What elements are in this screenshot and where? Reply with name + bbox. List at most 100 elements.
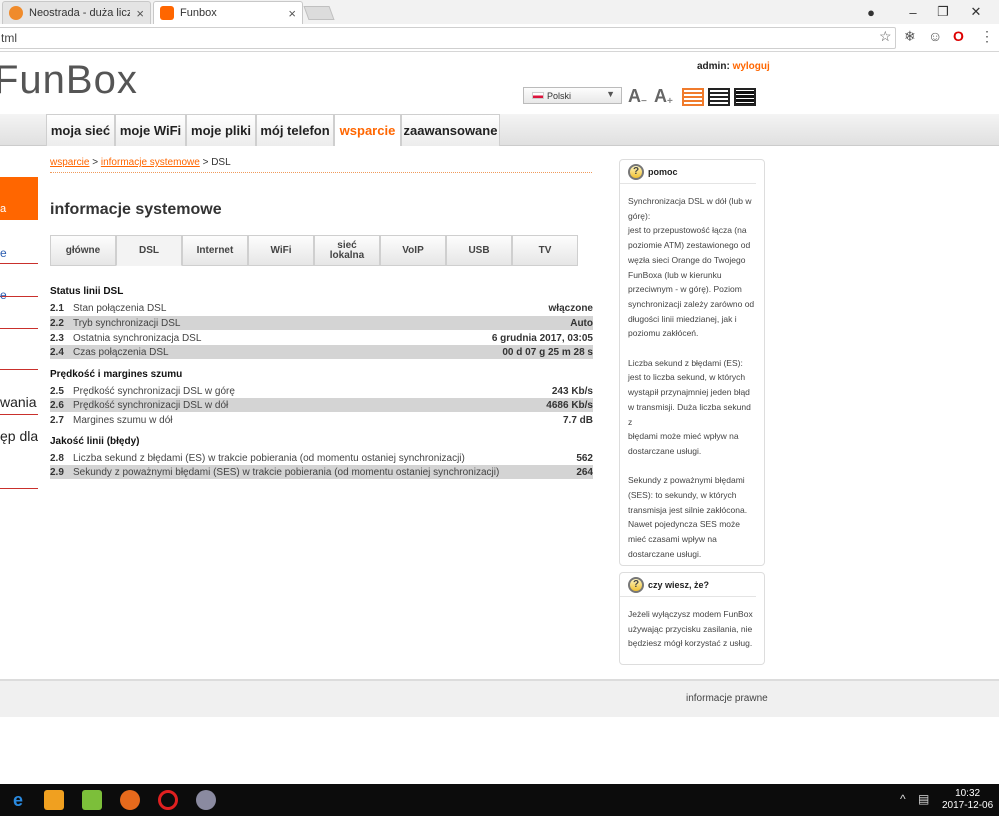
nav-item-moja-siec[interactable]: moja sieć <box>46 114 115 146</box>
row-value: 243 Kb/s <box>551 385 593 397</box>
tab-label: Funbox <box>180 7 217 19</box>
browser-tab-funbox[interactable]: Funbox × <box>153 1 303 24</box>
main-nav: moja sieć moje WiFi moje pliki mój telef… <box>0 114 999 146</box>
tab-siec-lokalna[interactable]: sieć lokalna <box>314 235 380 266</box>
font-decrease-icon[interactable]: A − <box>628 86 647 107</box>
row-label: Czas połączenia DSL <box>73 346 169 358</box>
tab-internet[interactable]: Internet <box>182 235 248 266</box>
page-title: informacje systemowe <box>50 201 222 218</box>
tab-glowne[interactable]: główne <box>50 235 116 266</box>
tab-dsl[interactable]: DSL <box>116 235 182 266</box>
nav-item-moj-telefon[interactable]: mój telefon <box>256 114 334 146</box>
row-number: 2.5 <box>50 385 64 397</box>
tab-label: Neostrada - duża liczba b <box>29 7 130 19</box>
url-input[interactable]: tml <box>0 27 896 49</box>
notepad-icon[interactable] <box>82 790 102 810</box>
help-panel: ? pomoc Synchronizacja DSL w dół (lub w … <box>619 159 765 566</box>
extension-icon[interactable]: ❄ <box>904 28 916 45</box>
row-number: 2.8 <box>50 452 64 464</box>
row-label: Liczba sekund z błędami (ES) w trakcie p… <box>73 452 465 464</box>
help-body: Synchronizacja DSL w dół (lub w górę): j… <box>628 196 755 559</box>
minimize-icon[interactable]: – <box>898 0 928 24</box>
row-number: 2.9 <box>50 466 64 478</box>
theme-light-icon[interactable] <box>708 88 730 106</box>
breadcrumb-wsparcie[interactable]: wsparcie <box>50 157 89 168</box>
sidebar-item-2[interactable]: e <box>0 288 38 302</box>
menu-icon[interactable]: ⋮ <box>980 28 994 45</box>
row-number: 2.1 <box>50 302 64 314</box>
media-player-icon[interactable] <box>44 790 64 810</box>
breadcrumb: wsparcie > informacje systemowe > DSL <box>50 157 231 168</box>
theme-dark-icon[interactable] <box>734 88 756 106</box>
row-number: 2.3 <box>50 332 64 344</box>
close-icon[interactable]: × <box>136 6 144 21</box>
logout-link[interactable]: wyloguj <box>733 61 770 72</box>
section-title: Prędkość i margines szumu <box>50 369 183 380</box>
sidebar-item-3[interactable]: wania <box>0 394 38 410</box>
row-label: Ostatnia synchronizacja DSL <box>73 332 202 344</box>
question-icon: ? <box>628 576 644 593</box>
nav-item-wsparcie[interactable]: wsparcie <box>334 114 401 146</box>
firefox-icon[interactable] <box>120 790 140 810</box>
table-row: 2.3 Ostatnia synchronizacja DSL 6 grudni… <box>50 331 593 345</box>
funbox-logo: FunBox <box>0 58 138 102</box>
table-row: 2.4 Czas połączenia DSL 00 d 07 g 25 m 2… <box>50 345 593 359</box>
browser-tab-neostrada[interactable]: Neostrada - duża liczba b × <box>2 1 151 24</box>
chevron-up-icon[interactable]: ^ <box>900 792 906 806</box>
row-label: Prędkość synchronizacji DSL w górę <box>73 385 235 397</box>
nav-item-zaawansowane[interactable]: zaawansowane <box>401 114 500 146</box>
tab-wifi[interactable]: WiFi <box>248 235 314 266</box>
section-title: Jakość linii (błędy) <box>50 436 140 447</box>
opera-icon[interactable]: O <box>953 28 964 44</box>
app-icon[interactable] <box>196 790 216 810</box>
extension-icon[interactable]: ☺ <box>928 28 942 44</box>
subtabs: główne DSL Internet WiFi sieć lokalna Vo… <box>50 235 578 266</box>
tip-panel-header: ? czy wiesz, że? <box>620 573 756 597</box>
row-number: 2.7 <box>50 414 64 426</box>
row-number: 2.6 <box>50 399 64 411</box>
legal-info-link[interactable]: informacje prawne <box>686 693 768 704</box>
close-icon[interactable]: × <box>288 6 296 21</box>
font-decrease-mark: − <box>641 96 647 107</box>
nav-item-moje-pliki[interactable]: moje pliki <box>186 114 256 146</box>
nav-item-moje-wifi[interactable]: moje WiFi <box>115 114 186 146</box>
tip-body: Jeżeli wyłączysz modem FunBox używając p… <box>628 609 753 649</box>
breadcrumb-informacje[interactable]: informacje systemowe <box>101 157 200 168</box>
chevron-down-icon: ▼ <box>606 89 615 99</box>
neostrada-favicon-icon <box>9 6 23 20</box>
row-value: 7.7 dB <box>562 414 593 426</box>
browser-tabstrip: Neostrada - duża liczba b × Funbox × ● –… <box>0 0 999 24</box>
tab-voip[interactable]: VoIP <box>380 235 446 266</box>
admin-info: admin: wyloguj <box>697 61 770 72</box>
theme-orange-icon[interactable] <box>682 88 704 106</box>
profile-icon[interactable]: ● <box>858 0 884 24</box>
language-select[interactable]: Polski ▼ <box>523 87 622 104</box>
tip-panel: ? czy wiesz, że? Jeżeli wyłączysz modem … <box>619 572 765 665</box>
table-row: 2.6 Prędkość synchronizacji DSL w dół 46… <box>50 398 593 412</box>
sidebar-item-4[interactable]: ęp dla <box>0 428 38 444</box>
font-increase-letter: A <box>654 86 667 106</box>
page-footer: informacje prawne <box>0 679 999 717</box>
tab-tv[interactable]: TV <box>512 235 578 266</box>
restore-icon[interactable]: ❐ <box>928 0 958 24</box>
taskbar-clock[interactable]: 10:32 2017-12-06 <box>942 788 993 812</box>
sidebar-item-1[interactable]: e <box>0 246 38 260</box>
new-tab-button[interactable] <box>303 6 335 20</box>
help-panel-header: ? pomoc <box>620 160 756 184</box>
row-value: 6 grudnia 2017, 03:05 <box>491 332 593 344</box>
notification-icon[interactable]: ▤ <box>918 792 929 806</box>
tip-title: czy wiesz, że? <box>648 579 710 590</box>
clock-time: 10:32 <box>955 788 981 799</box>
opera-taskbar-icon[interactable] <box>158 790 178 810</box>
table-row: 2.2 Tryb synchronizacji DSL Auto <box>50 316 593 330</box>
edge-icon[interactable]: e <box>8 790 28 810</box>
window-close-icon[interactable]: ✕ <box>960 0 992 24</box>
tab-usb[interactable]: USB <box>446 235 512 266</box>
row-label: Tryb synchronizacji DSL <box>73 317 181 329</box>
breadcrumb-separator: > <box>92 157 99 168</box>
star-icon[interactable]: ☆ <box>879 28 892 45</box>
table-row: 2.7 Margines szumu w dół 7.7 dB <box>50 413 593 427</box>
table-row: 2.5 Prędkość synchronizacji DSL w górę 2… <box>50 384 593 398</box>
sidebar-item-0[interactable]: a <box>0 203 38 215</box>
font-increase-icon[interactable]: A + <box>654 86 673 107</box>
